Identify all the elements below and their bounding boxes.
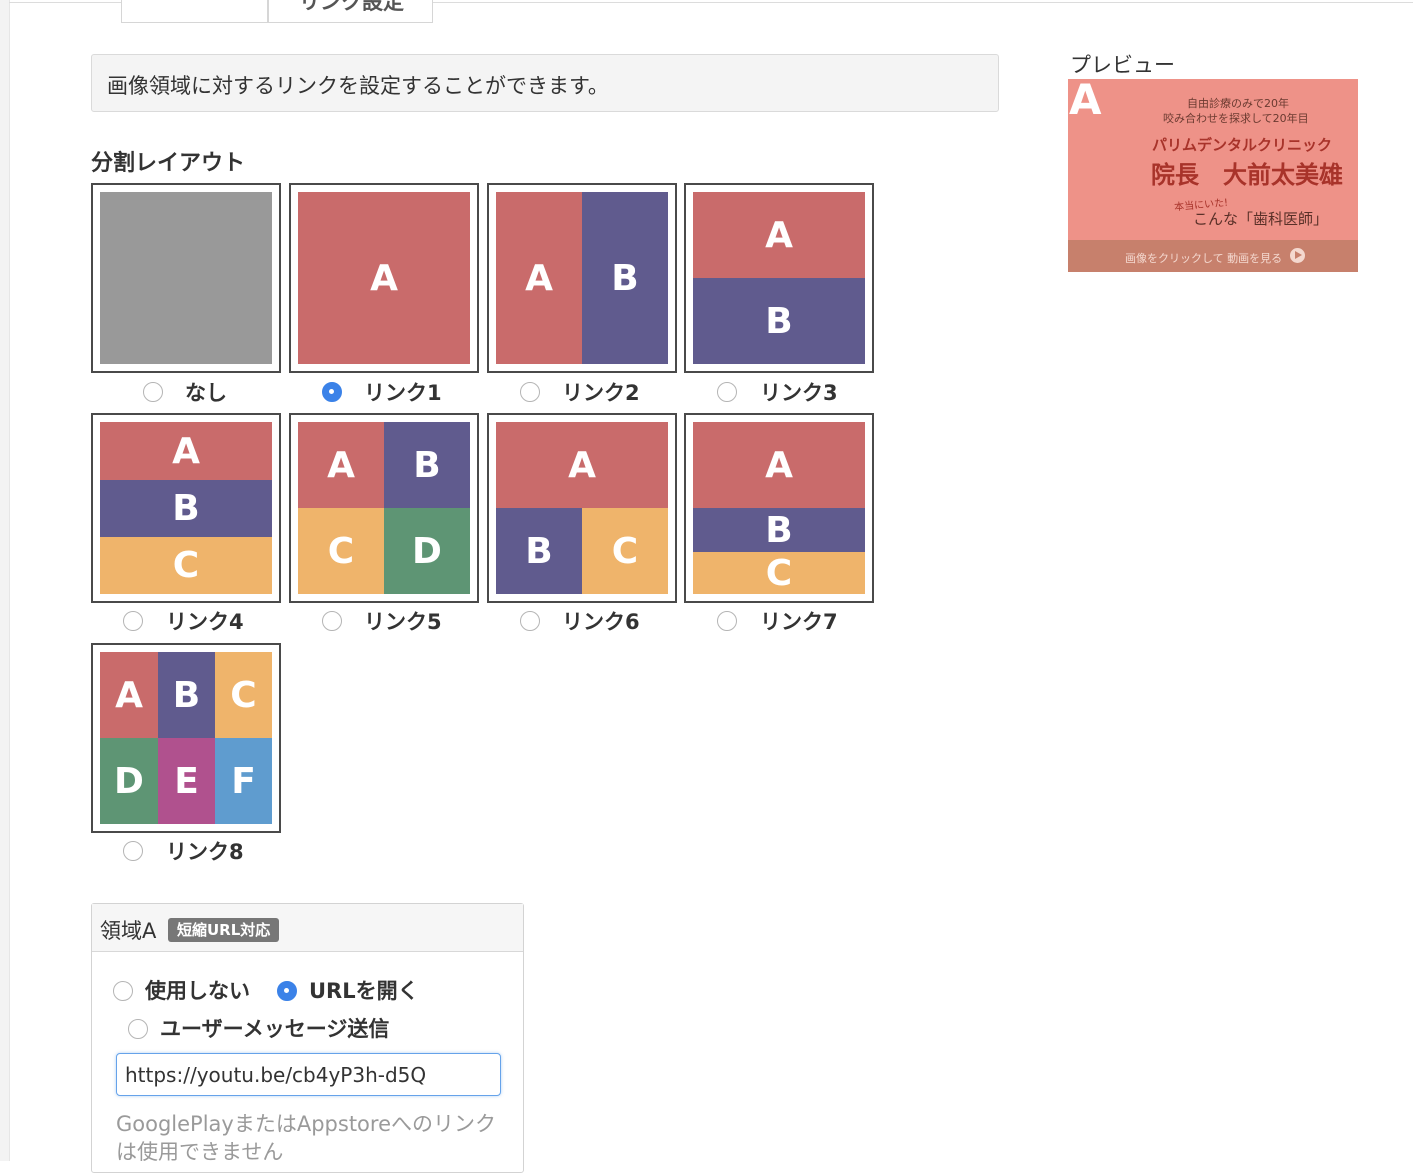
region-e: E — [158, 738, 215, 824]
region-b: B — [496, 508, 582, 594]
layout-label[interactable]: リンク5 — [364, 606, 442, 636]
layout-preview — [100, 192, 272, 364]
layout-preview: ABCDEF — [100, 652, 272, 824]
layout-label[interactable]: リンク6 — [562, 606, 640, 636]
layout-radio-0[interactable] — [143, 382, 163, 402]
banner-doctor-name: 院長 大前太美雄 — [1151, 160, 1343, 189]
banner-clinic-name: パリムデンタルクリニック — [1152, 136, 1333, 154]
layout-preview: A — [298, 192, 470, 364]
action-radio-0[interactable] — [113, 981, 133, 1001]
layout-label[interactable]: リンク2 — [562, 377, 640, 407]
region-b: B — [582, 192, 668, 364]
layout-preview: AB — [496, 192, 668, 364]
short-url-badge: 短縮URL対応 — [168, 918, 280, 942]
layout-card-2[interactable]: AB — [487, 183, 677, 373]
preview-title: プレビュー — [1070, 53, 1175, 77]
tab-link-settings[interactable]: リンク設定 — [268, 0, 433, 23]
layout-card-6[interactable]: ABC — [487, 413, 677, 603]
region-b: B — [384, 422, 470, 508]
layout-radio-3[interactable] — [717, 382, 737, 402]
layout-card-5[interactable]: ABCD — [289, 413, 479, 603]
action-radio-1[interactable] — [277, 981, 297, 1001]
layout-label[interactable]: リンク3 — [760, 377, 838, 407]
region-b: B — [100, 480, 272, 537]
region-b: B — [158, 652, 215, 738]
region-none — [100, 192, 272, 364]
layout-preview: ABC — [100, 422, 272, 594]
layout-preview: ABC — [496, 422, 668, 594]
action-radio-2[interactable] — [128, 1019, 148, 1039]
layout-card-0[interactable] — [91, 183, 281, 373]
region-a: A — [693, 422, 865, 508]
banner-cta-text: 画像をクリックして 動画を見る — [1125, 252, 1283, 265]
region-c: C — [298, 508, 384, 594]
play-icon — [1290, 248, 1305, 263]
tab-previous[interactable] — [121, 0, 268, 23]
region-a: A — [693, 192, 865, 278]
banner-line-2: 咬み合わせを探求して20年目 — [1163, 112, 1309, 125]
layout-card-1[interactable]: A — [289, 183, 479, 373]
layout-label[interactable]: リンク7 — [760, 606, 838, 636]
layout-preview: AB — [693, 192, 865, 364]
region-panel-title: 領域A — [100, 919, 157, 943]
action-option-label[interactable]: 使用しない — [145, 975, 250, 1005]
region-a: A — [298, 192, 470, 364]
layout-label[interactable]: リンク8 — [166, 836, 244, 866]
layout-label[interactable]: リンク4 — [166, 606, 244, 636]
layout-radio-1[interactable] — [322, 382, 342, 402]
layout-card-8[interactable]: ABCDEF — [91, 643, 281, 833]
info-box: 画像領域に対するリンクを設定することができます。 — [91, 54, 999, 112]
region-c: C — [582, 508, 668, 594]
layout-radio-2[interactable] — [520, 382, 540, 402]
region-a: A — [496, 422, 668, 508]
layout-preview: ABCD — [298, 422, 470, 594]
region-d: D — [384, 508, 470, 594]
layout-card-7[interactable]: ABC — [684, 413, 874, 603]
tab-label: リンク設定 — [299, 0, 404, 14]
layout-radio-5[interactable] — [322, 611, 342, 631]
region-d: D — [100, 738, 158, 824]
help-text: GooglePlayまたはAppstoreへのリンクは使用できません — [116, 1112, 496, 1164]
info-text: 画像領域に対するリンクを設定することができます。 — [107, 74, 609, 98]
layout-radio-8[interactable] — [123, 841, 143, 861]
layout-preview: ABC — [693, 422, 865, 594]
preview-image[interactable]: 自由診療のみで20年 咬み合わせを探求して20年目 パリムデンタルクリニック 院… — [1068, 79, 1358, 272]
banner-line-1: 自由診療のみで20年 — [1187, 97, 1289, 110]
layout-card-3[interactable]: AB — [684, 183, 874, 373]
banner-title: こんな「歯科医師」 — [1193, 210, 1329, 228]
region-c: C — [693, 552, 865, 594]
region-a: A — [100, 652, 158, 738]
region-a: A — [496, 192, 582, 364]
region-a: A — [298, 422, 384, 508]
region-b: B — [693, 278, 865, 364]
layout-card-4[interactable]: ABC — [91, 413, 281, 603]
action-option-label[interactable]: ユーザーメッセージ送信 — [160, 1013, 389, 1043]
section-title: 分割レイアウト — [91, 151, 246, 176]
region-b: B — [693, 508, 865, 552]
layout-radio-4[interactable] — [123, 611, 143, 631]
region-c: C — [215, 652, 272, 738]
layout-label[interactable]: リンク1 — [364, 377, 442, 407]
region-a: A — [100, 422, 272, 480]
layout-label[interactable]: なし — [185, 377, 227, 407]
banner-cta-bar: 画像をクリックして 動画を見る — [1068, 240, 1358, 272]
url-input[interactable] — [116, 1053, 501, 1096]
region-panel-header: 領域A 短縮URL対応 — [92, 904, 523, 952]
layout-radio-6[interactable] — [520, 611, 540, 631]
region-f: F — [215, 738, 272, 824]
action-option-label[interactable]: URLを開く — [309, 975, 419, 1005]
region-c: C — [100, 537, 272, 594]
layout-radio-7[interactable] — [717, 611, 737, 631]
preview-region-letter: A — [1069, 79, 1102, 124]
left-rail — [0, 0, 10, 1161]
region-panel: 領域A 短縮URL対応 使用しない URLを開くユーザーメッセージ送信 Googl… — [91, 903, 524, 1173]
